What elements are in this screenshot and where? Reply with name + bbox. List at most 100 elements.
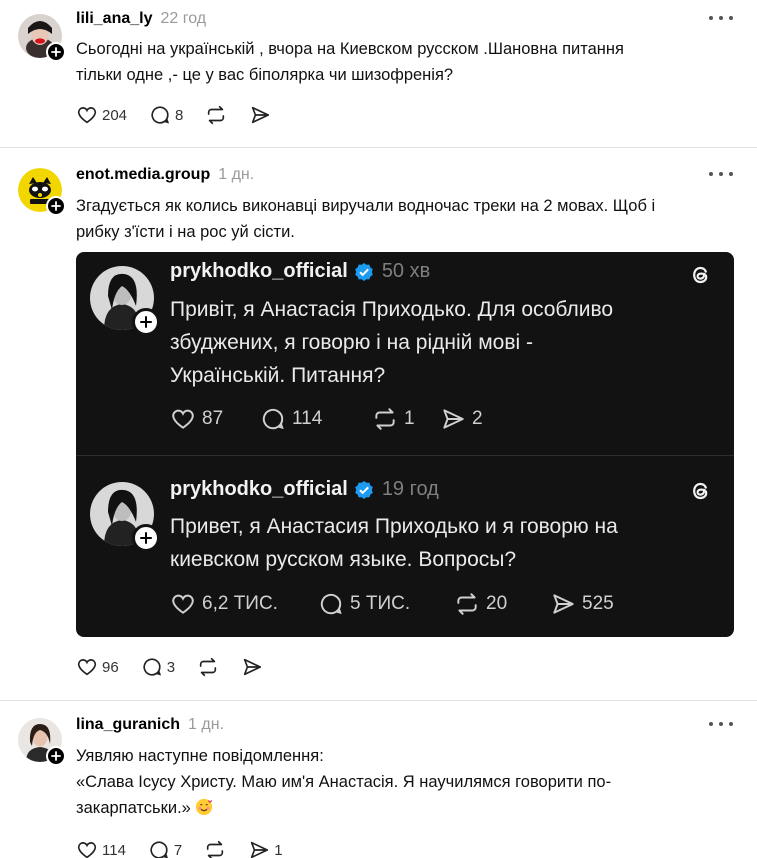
- repost-icon: [375, 408, 395, 430]
- follow-plus-icon[interactable]: [46, 42, 66, 62]
- like-button[interactable]: 96: [76, 656, 119, 678]
- follow-plus-icon[interactable]: [46, 746, 66, 766]
- smiling-face-with-hearts-emoji: [195, 798, 212, 816]
- share-count: 525: [582, 593, 614, 614]
- embed-username: prykhodko_official: [170, 478, 348, 500]
- heart-icon: [77, 107, 97, 124]
- embed-text-line: киевском русском языке. Вопросы?: [170, 548, 517, 571]
- post-text-line: закарпатськи.»: [76, 795, 717, 821]
- post-text-line: рибку з'їсти і на рос уй сісти.: [76, 223, 295, 241]
- share-count: 2: [472, 408, 483, 429]
- share-button[interactable]: [249, 104, 271, 126]
- divider: [0, 700, 757, 701]
- comment-count: 5 ТИС.: [350, 593, 411, 614]
- comment-icon: [320, 593, 342, 615]
- post-time[interactable]: 22 год: [161, 10, 207, 27]
- comment-icon: [143, 658, 161, 676]
- post-text: Сьогодні на українській , вчора на Киевс…: [76, 36, 717, 88]
- follow-plus-icon: [132, 308, 160, 336]
- embed-repost: 20: [454, 591, 550, 617]
- follow-plus-icon[interactable]: [46, 196, 66, 216]
- username[interactable]: lina_guranich: [76, 716, 180, 733]
- repost-button[interactable]: [197, 656, 219, 678]
- share-icon: [553, 594, 574, 614]
- like-count: 96: [102, 658, 119, 676]
- embed-header: prykhodko_official 50 хв: [170, 260, 430, 283]
- threads-logo-icon: [693, 266, 708, 284]
- like-count: 114: [102, 841, 126, 858]
- post-actions: 96 3: [76, 654, 285, 680]
- post-actions: 114 7 1: [76, 837, 305, 858]
- repost-button[interactable]: [204, 839, 226, 858]
- embed-avatar: [90, 266, 160, 336]
- post-header: enot.media.group 1 дн.: [76, 166, 254, 184]
- post-text-line: Згадується як колись виконавці виручали …: [76, 197, 656, 215]
- embed-avatar: [90, 482, 160, 552]
- username[interactable]: lili_ana_ly: [76, 10, 153, 27]
- embed-text-line: Українській. Питання?: [170, 364, 386, 387]
- repost-icon: [208, 105, 225, 125]
- divider: [0, 147, 757, 148]
- comment-count: 114: [292, 408, 323, 429]
- threads-logo-icon: [693, 482, 708, 500]
- comment-button[interactable]: 3: [141, 656, 175, 678]
- avatar[interactable]: [18, 14, 66, 62]
- share-button[interactable]: 1: [248, 839, 283, 858]
- post-text-line: «Слава Ісусу Христу. Маю им'я Анастасія.…: [76, 773, 612, 791]
- avatar[interactable]: [18, 718, 66, 766]
- embed-text-line: збуджених, я говорю і на рідній мові -: [170, 331, 533, 354]
- like-button[interactable]: 114: [76, 839, 126, 858]
- like-count: 6,2 ТИС.: [202, 593, 278, 614]
- heart-icon: [77, 842, 97, 858]
- heart-icon: [77, 659, 97, 676]
- post-time[interactable]: 1 дн.: [218, 166, 254, 183]
- avatar[interactable]: [18, 168, 66, 216]
- share-icon: [252, 106, 270, 124]
- embed-text: Привіт, я Анастасія Приходько. Для особл…: [170, 293, 704, 392]
- post-text-line: Сьогодні на українській , вчора на Киевс…: [76, 40, 624, 58]
- comment-button[interactable]: 7: [148, 839, 182, 858]
- repost-icon: [207, 840, 224, 858]
- embedded-screenshot[interactable]: prykhodko_official 50 хв Привіт, я Анаст…: [76, 252, 734, 637]
- embed-time: 19 год: [381, 478, 439, 500]
- post-text-line: тільки одне ,- це у вас біполярка чи шиз…: [76, 66, 454, 84]
- embed-text-line: Привіт, я Анастасія Приходько. Для особл…: [170, 298, 614, 321]
- post-text: Згадується як колись виконавці виручали …: [76, 193, 717, 245]
- post-text-line-part: закарпатськи.»: [76, 799, 191, 817]
- embed-time: 50 хв: [381, 260, 431, 282]
- share-icon: [243, 658, 262, 676]
- embed-actions: 87 114 1 2: [170, 404, 483, 434]
- comment-icon: [151, 106, 170, 124]
- share-count: 1: [274, 841, 283, 858]
- repost-count: 20: [486, 593, 508, 614]
- post-time[interactable]: 1 дн.: [188, 716, 224, 733]
- like-button[interactable]: 204: [76, 104, 127, 126]
- embed-like: 87: [170, 406, 260, 432]
- embed-actions: 6,2 ТИС. 5 ТИС. 20 525: [170, 589, 614, 619]
- embed-text-line: Привет, я Анастасия Приходько и я говорю…: [170, 515, 618, 538]
- repost-icon: [457, 593, 477, 615]
- follow-plus-icon: [132, 524, 160, 552]
- post-text-line: Уявляю наступне повідомлення:: [76, 747, 324, 765]
- username[interactable]: enot.media.group: [76, 166, 210, 183]
- share-icon: [443, 409, 464, 429]
- like-count: 204: [102, 106, 128, 124]
- comment-button[interactable]: 8: [149, 104, 183, 126]
- embed-share: 2: [440, 406, 483, 432]
- verified-badge-icon: [355, 480, 373, 499]
- more-icon[interactable]: [709, 16, 733, 22]
- comment-icon: [150, 841, 168, 858]
- more-icon[interactable]: [709, 722, 733, 728]
- share-button[interactable]: [241, 656, 263, 678]
- repost-count: 1: [404, 408, 415, 429]
- comment-icon: [262, 408, 284, 430]
- post-text: Уявляю наступне повідомлення: «Слава Ісу…: [76, 743, 717, 821]
- like-count: 87: [202, 408, 224, 429]
- heart-icon: [172, 594, 194, 614]
- more-icon[interactable]: [709, 172, 733, 178]
- verified-badge-icon: [355, 262, 373, 281]
- embed-comment: 114: [260, 406, 372, 432]
- heart-icon: [172, 409, 194, 429]
- repost-button[interactable]: [205, 104, 227, 126]
- embed-repost: 1: [372, 406, 440, 432]
